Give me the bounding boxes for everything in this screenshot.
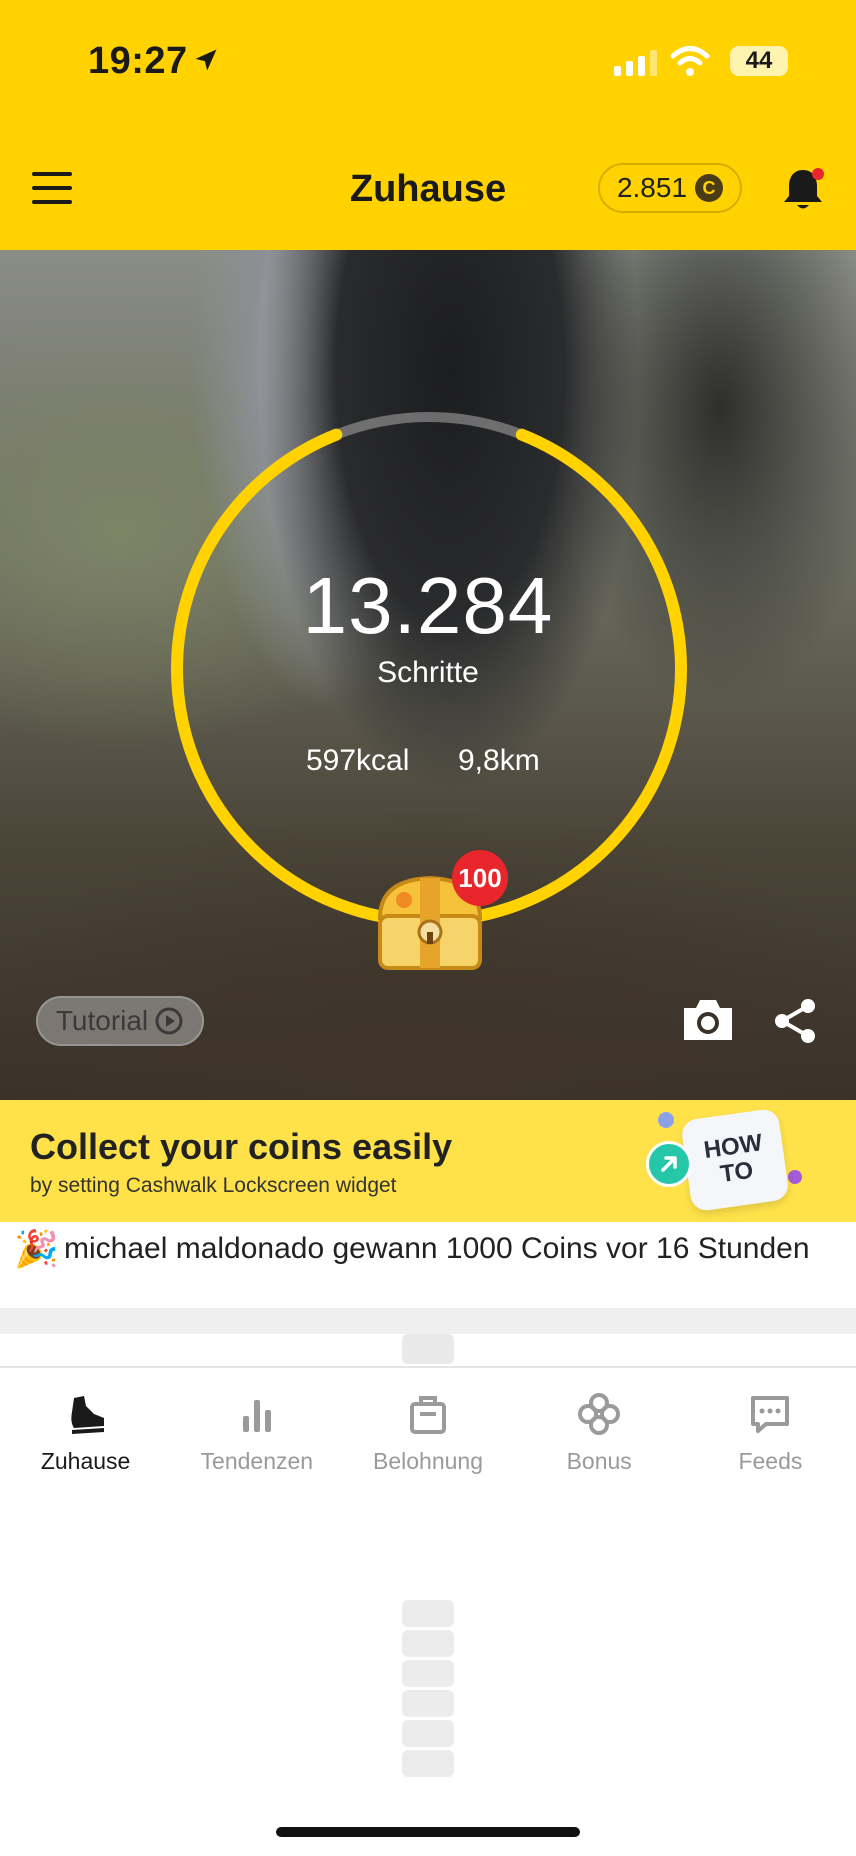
tab-belohnung[interactable]: Belohnung (342, 1368, 513, 1478)
status-time: 19:27 (88, 40, 188, 82)
how-to-card[interactable]: HOW TO (680, 1107, 790, 1213)
tab-zuhause[interactable]: Zuhause (0, 1368, 171, 1478)
chat-bubble-icon (751, 1396, 790, 1433)
steps-label: Schritte (377, 656, 479, 689)
step-count: 13.284 (302, 561, 554, 650)
tab-bonus[interactable]: Bonus (514, 1368, 685, 1478)
bar-chart-icon (242, 1400, 271, 1432)
shopping-bag-icon (410, 1396, 446, 1434)
bottom-tab-bar: Zuhause Tendenzen Belohnung Bonus Feeds (0, 1368, 856, 1478)
tab-feeds[interactable]: Feeds (685, 1368, 856, 1478)
winner-ticker-text: michael maldonado gewann 1000 Coins vor … (64, 1232, 810, 1265)
section-divider (0, 1308, 856, 1334)
loading-placeholder (402, 1600, 454, 1780)
coin-icon: C (695, 174, 724, 202)
howto-line2: TO (718, 1156, 755, 1189)
coin-balance-value: 2.851 (616, 172, 688, 203)
chest-count-badge: 100 (452, 850, 508, 906)
battery-indicator: 44 (730, 46, 788, 76)
calories-value: 597kcal (306, 744, 410, 777)
distance-value: 9,8km (458, 744, 540, 777)
arrow-up-right-icon (646, 1141, 692, 1187)
tab-tendenzen[interactable]: Tendenzen (171, 1368, 342, 1478)
cellular-signal-icon (614, 50, 657, 76)
tab-label: Belohnung (373, 1448, 483, 1474)
banner-subtitle: by setting Cashwalk Lockscreen widget (30, 1174, 397, 1197)
party-popper-icon: 🎉 (14, 1228, 59, 1269)
tab-label: Tendenzen (200, 1448, 314, 1474)
tab-label: Bonus (566, 1448, 632, 1474)
tab-label: Zuhause (40, 1448, 131, 1474)
notification-bell-icon[interactable] (778, 164, 828, 214)
app-header (0, 0, 856, 250)
clover-icon (578, 1393, 621, 1435)
home-indicator[interactable] (276, 1827, 580, 1837)
play-circle-icon (155, 1007, 183, 1035)
wifi-icon (670, 46, 710, 76)
coin-balance-button[interactable]: 2.851 C (598, 163, 742, 213)
location-arrow-icon (195, 49, 217, 71)
decorative-dot (788, 1170, 802, 1184)
tab-label: Feeds (738, 1448, 803, 1474)
tutorial-label: Tutorial (55, 1005, 149, 1036)
placeholder-block (402, 1334, 454, 1364)
camera-icon[interactable] (680, 996, 736, 1044)
tutorial-button[interactable]: Tutorial (36, 996, 204, 1046)
shoe-icon (70, 1396, 104, 1434)
decorative-dot (658, 1112, 674, 1128)
share-icon[interactable] (772, 996, 818, 1046)
banner-title: Collect your coins easily (30, 1126, 453, 1167)
